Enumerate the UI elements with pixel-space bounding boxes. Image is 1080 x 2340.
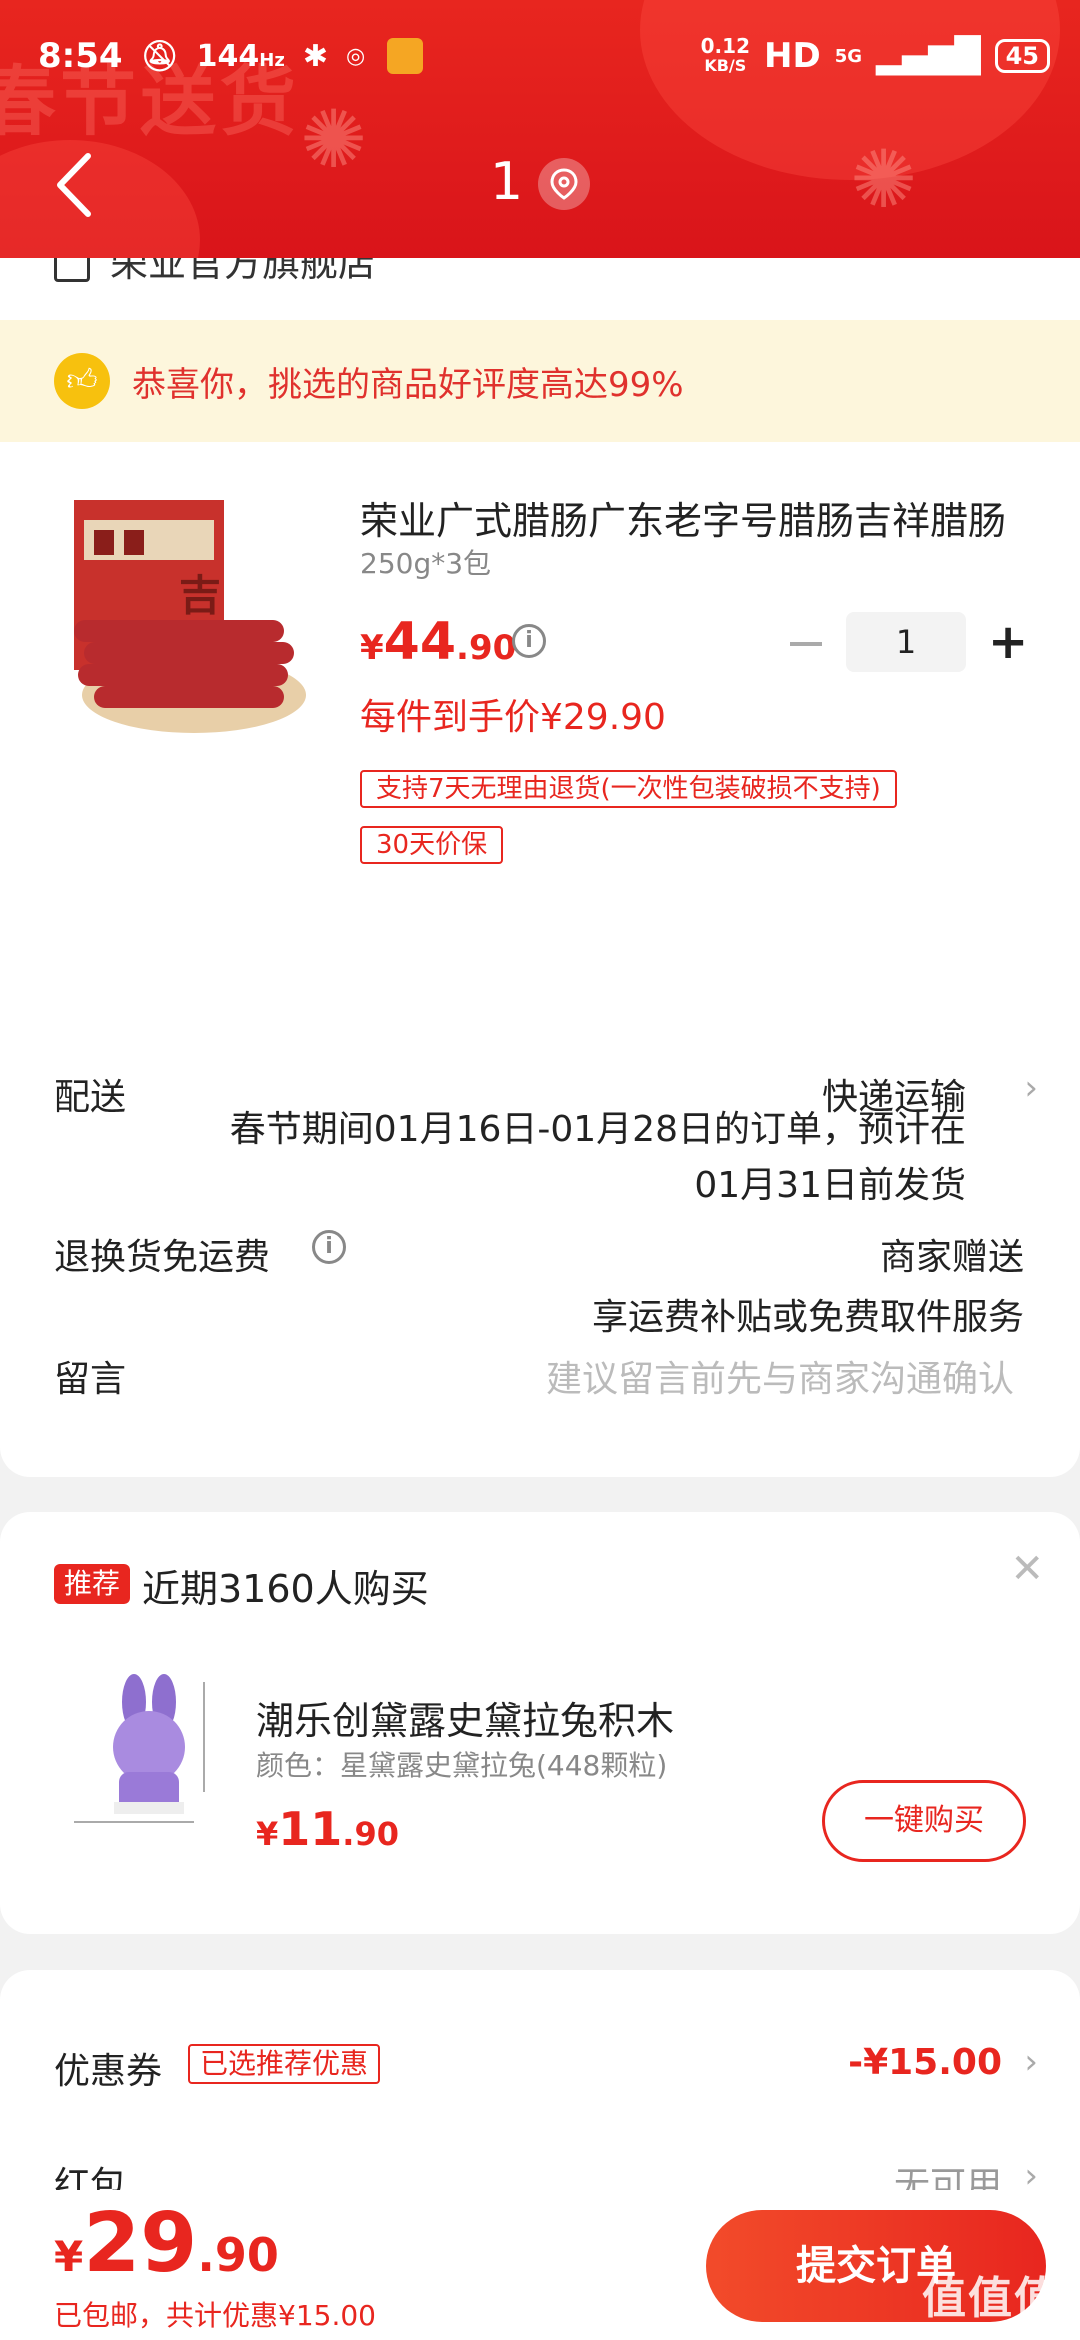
watermark-logo: 值值值 <box>922 2273 1060 2324</box>
price-currency: ¥ <box>360 628 384 668</box>
signal-icon: ▂▄▆█ <box>876 36 981 76</box>
refresh-value: 144 <box>196 38 260 74</box>
chevron-right-icon[interactable]: › <box>1024 2042 1038 2082</box>
refresh-unit: Hz <box>259 49 285 71</box>
network-type: 5G <box>834 45 862 67</box>
total-saved: 已包邮，共计优惠¥15.00 <box>54 2299 376 2332</box>
quantity-plus-button[interactable]: + <box>988 612 1028 672</box>
product-title[interactable]: 荣业广式腊肠广东老字号腊肠吉祥腊肠 <box>360 490 1020 545</box>
delivery-label: 配送 <box>54 1077 127 1118</box>
store-icon <box>54 258 90 282</box>
coupon-value[interactable]: -¥15.00 <box>848 2042 1002 2083</box>
return-shipping-label: 退换货免运费 <box>54 1237 271 1278</box>
delivery-note: 春节期间01月16日-01月28日的订单，预计在01月31日前发货 <box>229 1109 966 1206</box>
recommend-title: 近期3160人购买 <box>142 1567 429 1611</box>
mute-icon: 🔕︎ <box>140 38 179 74</box>
header: 春节送货 ✺ ✺ 8:54 🔕︎ 144Hz ✱ ◎ 0.12 KB/S HD … <box>0 0 1080 258</box>
refresh-rate: 144Hz <box>197 39 285 74</box>
thumbs-up-icon: 👍︎ <box>54 353 110 409</box>
recommend-item-name[interactable]: 潮乐创黛露史黛拉兔积木 <box>256 1690 674 1745</box>
recommend-badge: 推荐 <box>54 1564 131 1604</box>
price-dec: .90 <box>456 628 517 668</box>
address-count: 1 <box>490 152 524 212</box>
quantity-value[interactable]: 1 <box>846 612 966 672</box>
total-currency: ¥ <box>54 2232 84 2281</box>
product-price: ¥44.90 <box>360 612 516 672</box>
coupon-tag: 已选推荐优惠 <box>188 2044 381 2084</box>
location-pin-glyph <box>550 168 578 200</box>
status-time: 8:54 <box>38 36 123 76</box>
firework-icon: ✺ <box>850 133 918 226</box>
rec-price-int: 11 <box>278 1802 343 1856</box>
return-shipping-sub: 享运费补贴或免费取件服务 <box>591 1297 1024 1338</box>
net-speed-unit: KB/S <box>704 56 747 75</box>
message-input[interactable]: 建议留言前先与商家沟通确认 <box>546 1350 1014 1402</box>
eye-icon: ◎ <box>345 43 366 69</box>
header-decoration <box>0 140 200 258</box>
one-click-buy-button[interactable]: 一键购买 <box>822 1780 1026 1862</box>
price-info-icon[interactable]: i <box>512 624 546 658</box>
message-label: 留言 <box>54 1359 127 1400</box>
store-name: 荣业官方旗舰店 <box>110 258 377 285</box>
price-int: 44 <box>383 612 457 672</box>
hd-label: HD <box>764 36 821 76</box>
close-icon[interactable]: ✕ <box>1010 1546 1044 1592</box>
return-shipping-value: 商家赠送 <box>879 1237 1024 1278</box>
net-speed-value: 0.12 <box>700 34 750 58</box>
bluetooth-icon: ✱ <box>302 38 328 74</box>
total-price: ¥29.90 <box>54 2196 279 2291</box>
product-card: 吉 荣业广式腊肠广东老字号腊肠吉祥腊肠 250g*3包 ¥44.90 i 1 +… <box>0 442 1080 1477</box>
each-price: 每件到手价¥29.90 <box>360 697 666 738</box>
coupon-label: 优惠券 <box>54 2051 163 2092</box>
store-header[interactable]: 荣业官方旗舰店 <box>0 258 1080 320</box>
recommend-item-image[interactable] <box>64 1662 244 1842</box>
shopping-bag-icon <box>387 38 424 74</box>
price-protect-tag: 30天价保 <box>360 826 504 864</box>
svg-text:吉: 吉 <box>179 571 221 620</box>
location-pin-icon[interactable] <box>538 158 590 210</box>
battery-icon: 45 <box>994 39 1050 73</box>
bottom-bar: ¥29.90 已包邮，共计优惠¥15.00 提交订单 值值值 zhizhizhi… <box>0 2190 1080 2340</box>
firework-icon: ✺ <box>300 93 368 186</box>
recommend-card: 推荐 近期3160人购买 ✕ 潮乐创黛露史黛拉兔积木 颜色：星黛露史黛拉兔(44… <box>0 1512 1080 1934</box>
rec-price-currency: ¥ <box>256 1815 279 1853</box>
recommend-item-spec: 颜色：星黛露史黛拉兔(448颗粒) <box>256 1749 668 1782</box>
chevron-right-icon[interactable]: › <box>1024 1068 1038 1108</box>
product-image[interactable]: 吉 <box>64 490 314 750</box>
rec-price-dec: .90 <box>342 1815 399 1853</box>
quantity-minus-button[interactable] <box>790 642 822 646</box>
watermark-url: zhizhizhi.com <box>945 2321 1054 2340</box>
back-icon[interactable] <box>52 150 96 220</box>
rating-banner-text: 恭喜你，挑选的商品好评度高达99% <box>132 364 684 405</box>
status-bar: 8:54 🔕︎ 144Hz ✱ ◎ 0.12 KB/S HD 5G ▂▄▆█ 4… <box>38 28 1050 84</box>
return-policy-tag: 支持7天无理由退货(一次性包装破损不支持) <box>360 770 897 808</box>
recommend-item-price: ¥11.90 <box>256 1802 399 1856</box>
return-info-icon[interactable]: i <box>312 1230 346 1264</box>
net-speed: 0.12 KB/S <box>701 36 750 76</box>
total-dec: .90 <box>197 2228 279 2282</box>
product-spec[interactable]: 250g*3包 <box>360 542 491 582</box>
total-int: 29 <box>83 2196 198 2291</box>
rating-banner: 👍︎ 恭喜你，挑选的商品好评度高达99% <box>0 320 1080 442</box>
